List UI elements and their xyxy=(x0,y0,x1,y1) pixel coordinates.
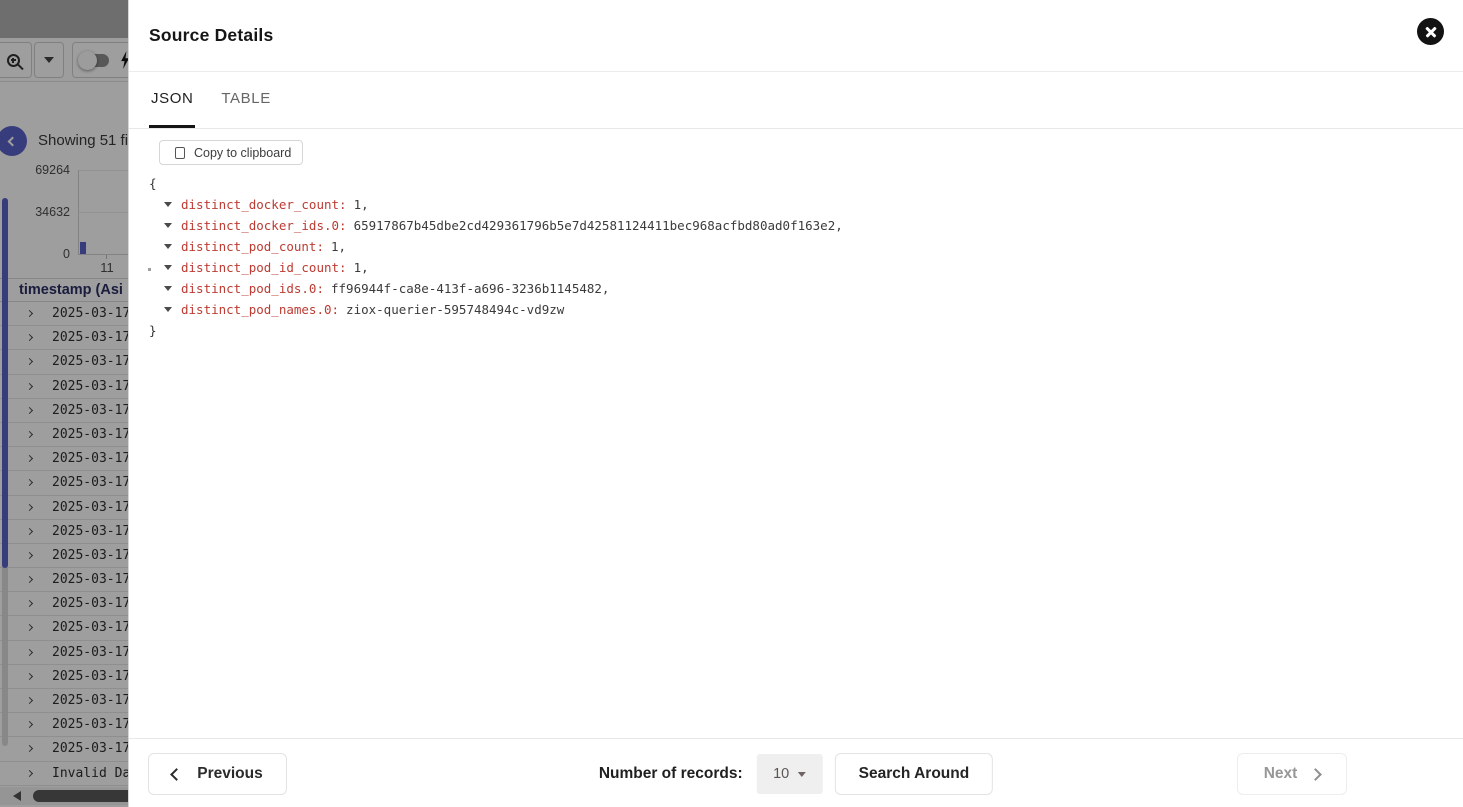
json-entry-row[interactable]: distinct_pod_id_count: 1, xyxy=(149,257,1463,278)
search-around-button[interactable]: Search Around xyxy=(835,753,994,795)
json-key: distinct_pod_count: xyxy=(181,236,324,257)
copy-to-clipboard-button[interactable]: Copy to clipboard xyxy=(159,140,303,165)
modal-title: Source Details xyxy=(149,25,273,46)
records-count-select[interactable]: 10 xyxy=(757,754,823,794)
json-entries: distinct_docker_count: 1, distinct_docke… xyxy=(149,194,1463,320)
json-close-brace: } xyxy=(149,320,1463,341)
chevron-down-icon xyxy=(798,772,806,777)
copy-icon xyxy=(175,147,185,159)
json-entry-row[interactable]: distinct_pod_names.0: ziox-querier-59574… xyxy=(149,299,1463,320)
collapse-triangle-icon[interactable] xyxy=(164,265,172,270)
json-entry-row[interactable]: distinct_docker_count: 1, xyxy=(149,194,1463,215)
json-value: 65917867b45dbe2cd429361796b5e7d425811244… xyxy=(354,215,843,236)
json-value: 1, xyxy=(331,236,346,257)
json-value: 1, xyxy=(354,194,369,215)
search-around-label: Search Around xyxy=(859,765,970,783)
json-entry-row[interactable]: distinct_pod_count: 1, xyxy=(149,236,1463,257)
tree-dot xyxy=(148,268,151,271)
next-button[interactable]: Next xyxy=(1237,753,1347,795)
json-key: distinct_pod_id_count: xyxy=(181,257,347,278)
tab-table[interactable]: TABLE xyxy=(219,72,272,128)
previous-button-label: Previous xyxy=(197,765,262,783)
json-value: ff96944f-ca8e-413f-a696-3236b1145482, xyxy=(331,278,609,299)
modal-tabs: JSON TABLE xyxy=(129,72,1463,129)
close-icon[interactable] xyxy=(1417,18,1444,45)
collapse-triangle-icon[interactable] xyxy=(164,223,172,228)
collapse-triangle-icon[interactable] xyxy=(164,286,172,291)
records-controls: Number of records: 10 Search Around xyxy=(599,753,993,795)
collapse-triangle-icon[interactable] xyxy=(164,244,172,249)
modal-dim-overlay xyxy=(0,0,129,807)
json-key: distinct_docker_ids.0: xyxy=(181,215,347,236)
records-label: Number of records: xyxy=(599,765,743,783)
json-key: distinct_pod_names.0: xyxy=(181,299,339,320)
chevron-left-icon xyxy=(170,768,183,781)
json-content-area: Copy to clipboard { distinct_docker_coun… xyxy=(129,130,1463,738)
next-button-label: Next xyxy=(1264,765,1298,783)
modal-header: Source Details xyxy=(129,0,1463,72)
json-entry-row[interactable]: distinct_docker_ids.0: 65917867b45dbe2cd… xyxy=(149,215,1463,236)
collapse-triangle-icon[interactable] xyxy=(164,307,172,312)
records-count-value: 10 xyxy=(773,766,789,782)
previous-button[interactable]: Previous xyxy=(148,753,287,795)
collapse-triangle-icon[interactable] xyxy=(164,202,172,207)
json-value: 1, xyxy=(354,257,369,278)
json-key: distinct_docker_count: xyxy=(181,194,347,215)
source-details-modal: Source Details JSON TABLE Copy to clipbo… xyxy=(128,0,1463,807)
json-value: ziox-querier-595748494c-vd9zw xyxy=(346,299,564,320)
modal-footer: Previous Number of records: 10 Search Ar… xyxy=(129,738,1463,807)
json-viewer: { distinct_docker_count: 1, distinct_doc… xyxy=(149,173,1463,341)
json-key: distinct_pod_ids.0: xyxy=(181,278,324,299)
copy-button-label: Copy to clipboard xyxy=(194,146,291,160)
chevron-right-icon xyxy=(1309,768,1322,781)
tab-json[interactable]: JSON xyxy=(149,72,195,128)
json-entry-row[interactable]: distinct_pod_ids.0: ff96944f-ca8e-413f-a… xyxy=(149,278,1463,299)
json-open-brace: { xyxy=(149,173,1463,194)
